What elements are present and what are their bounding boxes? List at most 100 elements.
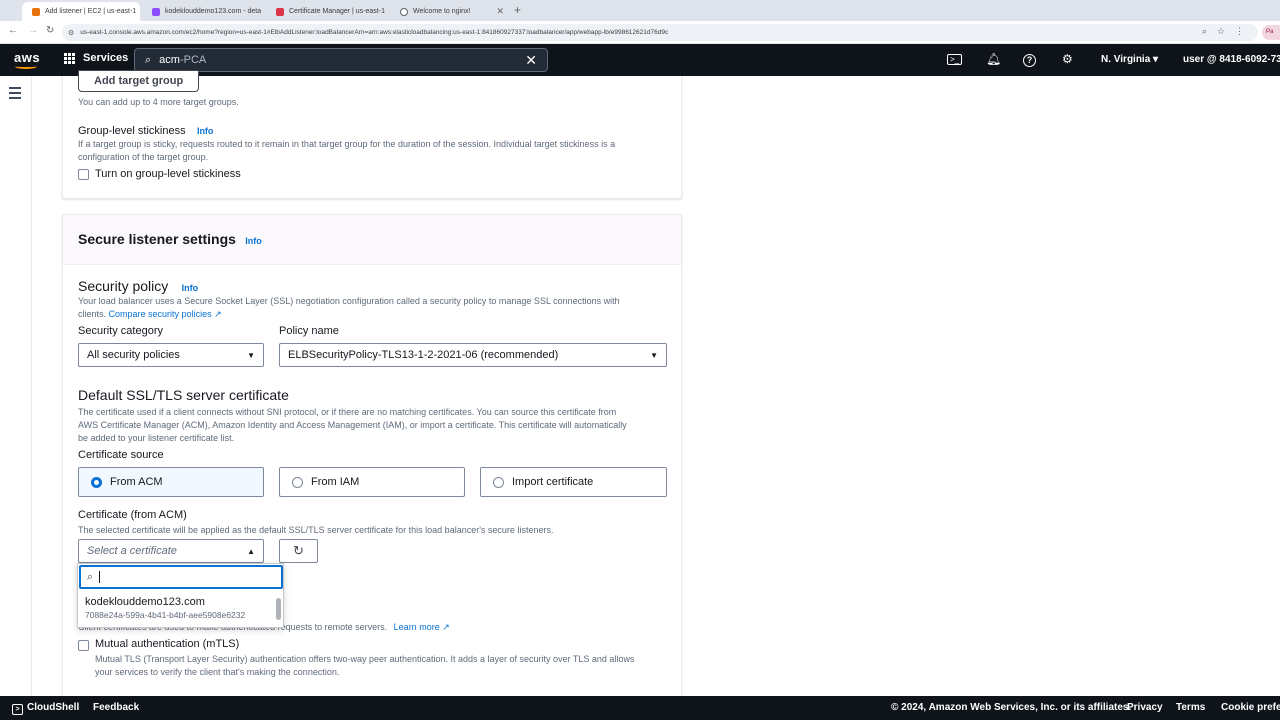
profile-avatar[interactable]: Pa xyxy=(1262,25,1280,40)
source-from-acm-tile[interactable]: From ACM xyxy=(78,467,264,497)
security-policy-heading: Security policy Info xyxy=(78,278,198,294)
cookie-preferences-link[interactable]: Cookie preferences xyxy=(1221,702,1280,713)
zoom-icon[interactable]: ⌕ xyxy=(1202,26,1207,37)
settings-gear-icon[interactable]: ⚙ xyxy=(1062,52,1073,66)
aws-logo[interactable]: aws xyxy=(14,50,41,69)
route53-favicon-icon xyxy=(152,7,160,16)
certificate-select-placeholder: Select a certificate xyxy=(87,545,177,557)
certificate-dropdown: ⌕ kodeklouddemo123.com 7088e24a-599a-4b4… xyxy=(77,563,284,628)
services-menu-button[interactable]: Services xyxy=(64,52,128,64)
cloudshell-footer-button[interactable]: > CloudShell xyxy=(12,702,79,715)
security-policy-description-2: clients. Compare security policies ↗ xyxy=(78,308,222,321)
reload-icon[interactable]: ↻ xyxy=(46,25,54,36)
mtls-description: Mutual TLS (Transport Layer Security) au… xyxy=(95,654,635,664)
search-icon: ⌕ xyxy=(145,53,152,66)
copyright-text: © 2024, Amazon Web Services, Inc. or its… xyxy=(891,702,1132,713)
panel-title: Secure listener settings xyxy=(78,231,236,247)
dropdown-scrollbar[interactable] xyxy=(276,598,281,620)
learn-more-link[interactable]: Learn more xyxy=(394,622,440,632)
mtls-checkbox-label[interactable]: Mutual authentication (mTLS) xyxy=(95,638,239,650)
aws-smile-icon xyxy=(15,64,37,69)
notifications-bell-icon[interactable]: 🔔︎ xyxy=(986,52,1001,66)
close-tab-icon[interactable]: ✕ xyxy=(496,6,504,17)
security-policy-title: Security policy xyxy=(78,278,169,294)
browser-menu-icon[interactable]: ⋮ xyxy=(1235,26,1244,37)
caret-down-icon: ▼ xyxy=(650,350,658,360)
stickiness-info-link[interactable]: Info xyxy=(197,126,214,136)
acm-favicon-icon xyxy=(276,7,284,16)
region-selector[interactable]: N. Virginia ▾ xyxy=(1101,54,1158,65)
account-menu[interactable]: user @ 8418-6092-733 xyxy=(1183,54,1280,65)
refresh-icon: ↻ xyxy=(293,543,304,558)
add-target-group-button[interactable]: Add target group xyxy=(78,70,200,92)
security-category-value: All security policies xyxy=(87,349,180,361)
source-import-certificate-tile[interactable]: Import certificate xyxy=(480,467,667,497)
acm-certificate-label: Certificate (from ACM) xyxy=(78,509,187,521)
certificate-filter-input[interactable] xyxy=(99,571,260,583)
side-nav-rail xyxy=(0,76,32,696)
stickiness-heading: Group-level stickiness Info xyxy=(78,123,213,137)
stickiness-checkbox-label[interactable]: Turn on group-level stickiness xyxy=(95,168,241,180)
default-certificate-title: Default SSL/TLS server certificate xyxy=(78,387,289,403)
external-link-icon: ↗ xyxy=(442,622,450,632)
radio-selected[interactable] xyxy=(91,476,102,488)
bookmark-star-icon[interactable]: ☆ xyxy=(1217,26,1225,37)
terms-link[interactable]: Terms xyxy=(1176,702,1205,713)
cloudshell-label: CloudShell xyxy=(27,702,80,713)
search-autocomplete-suffix: -PCA xyxy=(179,54,207,66)
services-label: Services xyxy=(83,52,129,64)
help-icon[interactable]: ? xyxy=(1023,54,1036,67)
feedback-link[interactable]: Feedback xyxy=(93,702,139,713)
browser-tab-add-listener[interactable]: Add listener | EC2 | us-east-1 ✕ xyxy=(22,2,140,21)
browser-tab-certificate-manager[interactable]: Certificate Manager | us-east-1 ✕ xyxy=(266,2,386,21)
certificate-select[interactable]: Select a certificate ▲ xyxy=(78,539,264,563)
browser-tab-strip: Add listener | EC2 | us-east-1 ✕ kodeklo… xyxy=(0,0,1280,21)
clear-search-icon[interactable]: ✕ xyxy=(525,52,537,69)
url-text: us-east-1.console.aws.amazon.com/ec2/hom… xyxy=(80,29,669,36)
certificate-option[interactable]: kodeklouddemo123.com 7088e24a-599a-4b41-… xyxy=(85,596,245,620)
target-groups-panel: Add target group You can add up to 4 mor… xyxy=(62,70,682,199)
browser-tab-title: kodeklouddemo123.com - deta xyxy=(165,8,262,15)
browser-tab-kodeklouddemo[interactable]: kodeklouddemo123.com - deta ✕ xyxy=(142,2,262,21)
hamburger-menu-icon[interactable] xyxy=(9,87,21,102)
refresh-certificates-button[interactable]: ↻ xyxy=(279,539,318,563)
security-category-label: Security category xyxy=(78,325,163,337)
forward-arrow-icon[interactable]: → xyxy=(28,25,38,36)
secure-listener-heading: Secure listener settings Info xyxy=(78,231,262,247)
radio-unselected[interactable] xyxy=(292,476,303,488)
acm-certificate-description: The selected certificate will be applied… xyxy=(78,525,554,535)
site-info-icon[interactable]: ⚙ xyxy=(68,29,74,37)
browser-tab-title: Certificate Manager | us-east-1 xyxy=(289,8,385,15)
policy-name-select[interactable]: ELBSecurityPolicy-TLS13-1-2-2021-06 (rec… xyxy=(279,343,667,367)
radio-unselected[interactable] xyxy=(493,476,504,488)
search-icon: ⌕ xyxy=(87,570,94,583)
url-bar[interactable]: ⚙ us-east-1.console.aws.amazon.com/ec2/h… xyxy=(62,24,1258,41)
certificate-filter-field[interactable]: ⌕ xyxy=(79,565,283,589)
mtls-description-2: your services to verify the client that'… xyxy=(95,667,340,677)
new-tab-icon[interactable]: + xyxy=(514,3,521,17)
mtls-checkbox[interactable] xyxy=(78,640,89,651)
secure-listener-info-link[interactable]: Info xyxy=(245,236,262,246)
source-option-label: From ACM xyxy=(110,476,163,488)
cloudshell-icon: > xyxy=(12,704,23,715)
cloudshell-icon[interactable]: >_ xyxy=(947,54,963,65)
certificate-source-label: Certificate source xyxy=(78,449,164,461)
ec2-favicon-icon xyxy=(32,7,40,16)
stickiness-description-2: configuration of the target group. xyxy=(78,152,209,162)
aws-logo-text: aws xyxy=(14,50,41,65)
global-search-input[interactable]: ⌕ acm -PCA ✕ xyxy=(134,48,548,72)
security-category-select[interactable]: All security policies ▼ xyxy=(78,343,264,367)
compare-policies-link[interactable]: Compare security policies xyxy=(109,309,212,319)
browser-tab-nginx[interactable]: Welcome to nginx! ✕ xyxy=(390,2,510,21)
source-from-iam-tile[interactable]: From IAM xyxy=(279,467,465,497)
privacy-link[interactable]: Privacy xyxy=(1127,702,1163,713)
certificate-option-id: 7088e24a-599a-4b41-b4bf-aee5908e6232 xyxy=(85,610,246,620)
stickiness-label: Group-level stickiness xyxy=(78,125,186,137)
source-option-label: Import certificate xyxy=(512,476,594,488)
security-policy-info-link[interactable]: Info xyxy=(182,283,199,293)
source-option-label: From IAM xyxy=(311,476,360,488)
browser-tab-title: Welcome to nginx! xyxy=(413,8,471,15)
stickiness-checkbox[interactable] xyxy=(78,169,89,180)
back-arrow-icon[interactable]: ← xyxy=(8,25,18,36)
console-footer: > CloudShell Feedback © 2024, Amazon Web … xyxy=(0,696,1280,720)
